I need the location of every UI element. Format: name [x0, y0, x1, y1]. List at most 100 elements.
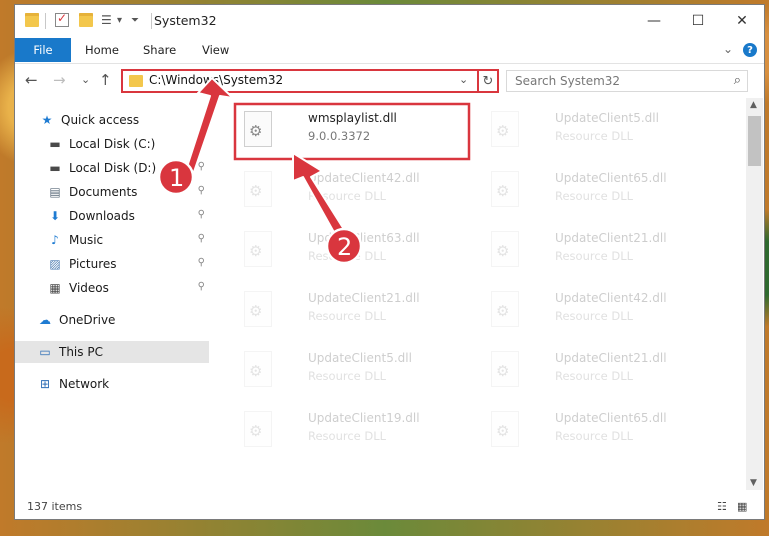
tab-share[interactable]: Share	[143, 38, 176, 62]
scroll-down-arrow-icon[interactable]: ▼	[750, 478, 757, 488]
divider	[45, 13, 46, 29]
file-item[interactable]: UpdateClient21.dll Resource DLL	[483, 343, 723, 393]
star-icon: ★	[41, 113, 53, 127]
pin-icon[interactable]: ⚲	[198, 185, 205, 196]
pin-icon[interactable]: ⚲	[198, 161, 205, 172]
sidebar-item-label: Local Disk (C:)	[69, 137, 156, 151]
sidebar-item-label: This PC	[59, 345, 103, 359]
file-description: Resource DLL	[555, 369, 634, 383]
file-name: UpdateClient65.dll	[555, 171, 667, 185]
dll-file-icon	[491, 411, 519, 447]
help-icon[interactable]: ?	[743, 43, 757, 57]
file-item[interactable]: UpdateClient19.dll Resource DLL	[236, 403, 476, 453]
sidebar-item-downloads[interactable]: ⬇ Downloads ⚲	[15, 205, 209, 227]
network-icon: ⊞	[39, 377, 51, 391]
dll-file-icon	[491, 351, 519, 387]
scroll-up-arrow-icon[interactable]: ▲	[750, 100, 757, 110]
file-description: Resource DLL	[308, 309, 387, 323]
tab-home[interactable]: Home	[85, 38, 119, 62]
refresh-icon: ↻	[482, 73, 494, 89]
large-icons-view-icon[interactable]: ▦	[737, 500, 751, 513]
sidebar-item-label: Downloads	[69, 209, 135, 223]
file-item[interactable]: UpdateClient65.dll Resource DLL	[483, 163, 723, 213]
pin-icon[interactable]: ⚲	[198, 137, 205, 148]
search-input[interactable]: Search System32 ⌕	[506, 70, 748, 92]
sidebar-item-local-disk-c[interactable]: ▬ Local Disk (C:) ⚲	[15, 133, 209, 155]
address-dropdown-button[interactable]: ⌄	[459, 73, 468, 86]
file-item[interactable]: UpdateClient5.dll Resource DLL	[236, 343, 476, 393]
recent-locations-button[interactable]: ⌄	[81, 73, 90, 86]
vertical-scrollbar[interactable]: ▲ ▼	[746, 98, 763, 490]
sidebar-item-label: Network	[59, 377, 110, 391]
dll-file-icon	[491, 171, 519, 207]
sidebar-item-quick-access[interactable]: ★ Quick access	[15, 109, 209, 131]
sidebar-item-videos[interactable]: ▦ Videos ⚲	[15, 277, 209, 299]
navigation-pane: ★ Quick access ▬ Local Disk (C:) ⚲ ▬ Local Dis…	[15, 98, 209, 492]
sidebar-item-network[interactable]: ⊞ Network	[15, 373, 209, 395]
file-item[interactable]: UpdateClient5.dll Resource DLL	[483, 103, 723, 153]
computer-icon: ▭	[39, 345, 51, 359]
sidebar-item-label: Quick access	[61, 113, 140, 127]
dropdown-arrow-icon[interactable]: ▾	[117, 15, 131, 29]
address-bar[interactable]: C:\Windows\System32 ⌄	[121, 69, 479, 93]
pin-icon[interactable]: ⚲	[198, 281, 205, 292]
cloud-icon: ☁	[39, 313, 51, 327]
navigation-bar: ← → ⌄ ↑ C:\Windows\System32 ⌄ ↻ Search S…	[15, 63, 764, 98]
item-count: 137 items	[27, 500, 83, 513]
sidebar-item-music[interactable]: ♪ Music ⚲	[15, 229, 209, 251]
scrollbar-thumb[interactable]	[748, 116, 761, 166]
music-icon: ♪	[51, 233, 59, 247]
maximize-button[interactable]: ☐	[676, 5, 720, 37]
file-item[interactable]: UpdateClient65.dll Resource DLL	[483, 403, 723, 453]
dll-file-icon	[244, 291, 272, 327]
dll-file-icon	[244, 171, 272, 207]
file-item[interactable]: UpdateClient42.dll Resource DLL	[483, 283, 723, 333]
file-name: wmsplaylist.dll	[308, 111, 397, 125]
expand-ribbon-button[interactable]: ⌄	[723, 42, 733, 56]
file-name: UpdateClient5.dll	[555, 111, 659, 125]
sidebar-item-onedrive[interactable]: ☁ OneDrive	[15, 309, 209, 331]
search-icon[interactable]: ⌕	[734, 73, 741, 88]
new-folder-icon[interactable]	[79, 13, 93, 27]
file-description: Resource DLL	[555, 309, 634, 323]
file-name: UpdateClient63.dll	[308, 231, 420, 245]
search-placeholder: Search System32	[515, 74, 621, 88]
close-button[interactable]: ✕	[720, 5, 764, 37]
refresh-button[interactable]: ↻	[477, 69, 499, 93]
address-path[interactable]: C:\Windows\System32	[149, 73, 283, 87]
file-description: Resource DLL	[555, 129, 634, 143]
video-icon: ▦	[49, 281, 61, 295]
properties-icon[interactable]: ✓	[55, 11, 69, 27]
back-button[interactable]: ←	[25, 71, 38, 89]
customize-toolbar-icon[interactable]: ☰	[101, 13, 115, 27]
details-view-icon[interactable]: ☷	[717, 500, 731, 513]
sidebar-item-documents[interactable]: ▤ Documents ⚲	[15, 181, 209, 203]
file-item[interactable]: UpdateClient63.dll Resource DLL	[236, 223, 476, 273]
quick-access-toolbar-menu-icon[interactable]: ⏷	[131, 15, 145, 29]
file-item[interactable]: UpdateClient21.dll Resource DLL	[483, 223, 723, 273]
file-description: Resource DLL	[555, 249, 634, 263]
file-name: UpdateClient19.dll	[308, 411, 420, 425]
sidebar-item-local-disk-d[interactable]: ▬ Local Disk (D:) ⚲	[15, 157, 209, 179]
file-description: Resource DLL	[555, 189, 634, 203]
file-item[interactable]: UpdateClient42.dll Resource DLL	[236, 163, 476, 213]
file-name: UpdateClient42.dll	[308, 171, 420, 185]
download-icon: ⬇	[49, 209, 61, 223]
dll-file-icon	[244, 111, 272, 147]
document-icon: ▤	[49, 185, 61, 199]
file-name: UpdateClient42.dll	[555, 291, 667, 305]
pin-icon[interactable]: ⚲	[198, 257, 205, 268]
file-item[interactable]: UpdateClient21.dll Resource DLL	[236, 283, 476, 333]
up-button[interactable]: ↑	[99, 71, 112, 89]
minimize-button[interactable]: —	[632, 5, 676, 37]
sidebar-item-pictures[interactable]: ▨ Pictures ⚲	[15, 253, 209, 275]
pin-icon[interactable]: ⚲	[198, 209, 205, 220]
pin-icon[interactable]: ⚲	[198, 233, 205, 244]
tab-view[interactable]: View	[202, 38, 229, 62]
file-item-wmsplaylist[interactable]: wmsplaylist.dll 9.0.0.3372	[236, 103, 476, 153]
drive-icon: ▬	[49, 137, 61, 151]
tab-file[interactable]: File	[15, 38, 71, 62]
sidebar-item-this-pc[interactable]: ▭ This PC	[15, 341, 209, 363]
forward-button[interactable]: →	[53, 71, 66, 89]
drive-icon: ▬	[49, 161, 61, 175]
